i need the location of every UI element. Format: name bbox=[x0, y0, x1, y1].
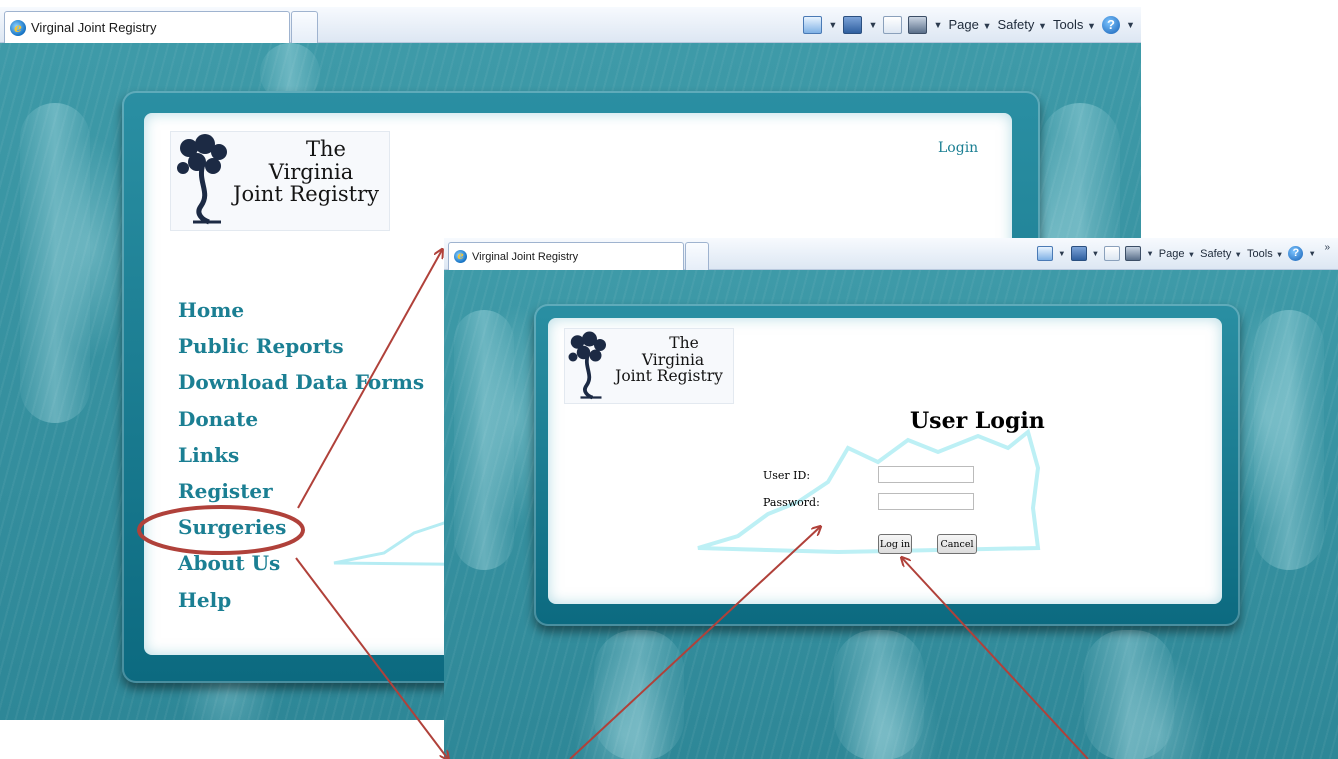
feeds-icon[interactable] bbox=[843, 15, 863, 34]
feeds-dropdown-arrow-icon[interactable]: ▼ bbox=[1092, 249, 1100, 258]
new-tab-button[interactable] bbox=[291, 11, 318, 43]
logo-line-2: Virginia bbox=[268, 159, 354, 184]
cancel-button[interactable]: Cancel bbox=[937, 534, 977, 554]
browser-tab-bar: e Virginal Joint Registry ▼ ▼ ▼ Page ▼ S… bbox=[444, 238, 1338, 270]
logo-line-3: Joint Registry bbox=[615, 367, 723, 386]
command-bar: ▼ ▼ ▼ Page ▼ Safety ▼ Tools ▼ ? ▼ bbox=[803, 7, 1141, 42]
nav-item-about-us[interactable]: About Us bbox=[178, 545, 424, 581]
login-button[interactable]: Log in bbox=[878, 534, 912, 554]
tab-title: Virginal Joint Registry bbox=[472, 250, 579, 263]
logo-line-1: The bbox=[669, 334, 699, 352]
print-icon[interactable] bbox=[1125, 246, 1142, 261]
print-dropdown-arrow-icon[interactable]: ▼ bbox=[1146, 249, 1154, 258]
help-icon[interactable]: ? bbox=[1288, 246, 1304, 261]
home-dropdown-arrow-icon[interactable]: ▼ bbox=[1058, 249, 1066, 258]
main-navigation: Home Public Reports Download Data Forms … bbox=[178, 292, 424, 618]
password-field[interactable] bbox=[878, 493, 974, 510]
home-dropdown-arrow-icon[interactable]: ▼ bbox=[828, 20, 837, 30]
browser-tab[interactable]: e Virginal Joint Registry bbox=[4, 11, 290, 43]
browser-tab-bar: e Virginal Joint Registry ▼ ▼ ▼ Page ▼ S… bbox=[0, 7, 1141, 43]
help-icon[interactable]: ? bbox=[1101, 15, 1120, 34]
nav-item-home[interactable]: Home bbox=[178, 292, 424, 328]
user-id-label: User ID: bbox=[763, 469, 811, 482]
help-dropdown-arrow-icon[interactable]: ▼ bbox=[1308, 249, 1316, 258]
nav-item-public-reports[interactable]: Public Reports bbox=[178, 328, 424, 364]
feeds-dropdown-arrow-icon[interactable]: ▼ bbox=[868, 20, 877, 30]
tools-menu[interactable]: Tools ▼ bbox=[1053, 17, 1096, 32]
ie-logo-icon: e bbox=[10, 19, 26, 36]
read-mail-icon[interactable] bbox=[883, 15, 903, 34]
nav-item-donate[interactable]: Donate bbox=[178, 401, 424, 437]
page-title: User Login bbox=[910, 408, 1045, 434]
bone-image bbox=[1084, 630, 1174, 759]
print-dropdown-arrow-icon[interactable]: ▼ bbox=[933, 20, 942, 30]
nav-item-register[interactable]: Register bbox=[178, 473, 424, 509]
registry-logo: The Virginia Joint Registry bbox=[564, 328, 734, 404]
tab-title: Virginal Joint Registry bbox=[31, 20, 157, 35]
new-tab-button[interactable] bbox=[685, 242, 709, 270]
home-icon[interactable] bbox=[1036, 246, 1053, 261]
bone-image bbox=[20, 103, 90, 423]
browser-tab[interactable]: e Virginal Joint Registry bbox=[448, 242, 684, 270]
logo-line-1: The bbox=[306, 137, 346, 161]
safety-menu[interactable]: Safety ▼ bbox=[997, 17, 1047, 32]
read-mail-icon[interactable] bbox=[1104, 246, 1121, 261]
logo-line-3: Joint Registry bbox=[233, 182, 379, 207]
virginia-map-watermark bbox=[697, 428, 1041, 555]
logo-line-2: Virginia bbox=[641, 350, 705, 369]
command-bar: ▼ ▼ ▼ Page ▼ Safety ▼ Tools ▼ ? ▼ bbox=[1036, 238, 1338, 269]
content-panel: The Virginia Joint Registry bbox=[548, 318, 1222, 604]
tools-menu[interactable]: Tools ▼ bbox=[1247, 248, 1283, 260]
page-menu[interactable]: Page ▼ bbox=[948, 17, 991, 32]
registry-logo: The Virginia Joint Registry bbox=[170, 131, 390, 231]
page-viewport: The Virginia Joint Registry bbox=[444, 270, 1338, 759]
safety-menu[interactable]: Safety ▼ bbox=[1200, 248, 1242, 260]
bone-image bbox=[594, 630, 684, 759]
nav-item-surgeries[interactable]: Surgeries bbox=[178, 509, 424, 545]
bone-image bbox=[454, 310, 514, 570]
tree-logo-icon bbox=[568, 331, 606, 400]
tree-logo-icon bbox=[177, 134, 227, 225]
login-link[interactable]: Login bbox=[938, 140, 978, 156]
feeds-icon[interactable] bbox=[1070, 246, 1087, 261]
nav-item-links[interactable]: Links bbox=[178, 437, 424, 473]
more-commands-chevron-icon[interactable]: » bbox=[1324, 242, 1330, 253]
content-frame: The Virginia Joint Registry bbox=[534, 304, 1240, 626]
bone-image bbox=[834, 630, 924, 759]
nav-item-help[interactable]: Help bbox=[178, 582, 424, 618]
bone-image bbox=[1254, 310, 1324, 570]
home-icon[interactable] bbox=[803, 15, 823, 34]
page-menu[interactable]: Page ▼ bbox=[1159, 248, 1195, 260]
print-icon[interactable] bbox=[908, 15, 928, 34]
user-id-field[interactable] bbox=[878, 466, 974, 483]
ie-logo-icon: e bbox=[454, 250, 467, 263]
help-dropdown-arrow-icon[interactable]: ▼ bbox=[1126, 20, 1135, 30]
nav-item-download-data-forms[interactable]: Download Data Forms bbox=[178, 364, 424, 400]
password-label: Password: bbox=[763, 496, 820, 509]
